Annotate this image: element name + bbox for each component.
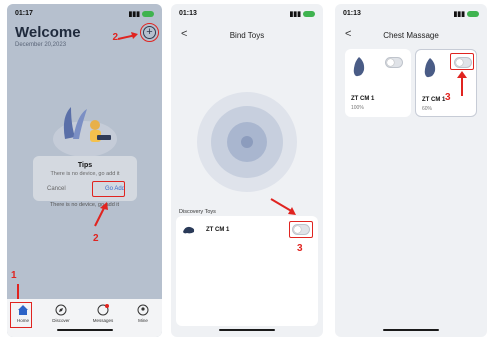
tab-label-discover: Discover bbox=[52, 318, 70, 323]
battery-icon bbox=[303, 11, 315, 17]
status-time: 01:13 bbox=[343, 10, 361, 17]
toy-icon bbox=[353, 57, 365, 77]
user-icon bbox=[137, 304, 149, 316]
chest-massage-screen: 01:13 ▮▮▮ < Chest Massage ZT CM 1 100% Z… bbox=[335, 4, 487, 337]
dialog-title: Tips bbox=[77, 162, 93, 169]
page-title: Chest Massage bbox=[383, 31, 439, 40]
highlight-device-toggle-2 bbox=[450, 53, 474, 70]
home-screen: 01:17 ▮▮▮ Welcome December 20,2023 + 2 T… bbox=[7, 4, 162, 337]
toggle-knob bbox=[387, 59, 394, 66]
device-toggle-1[interactable] bbox=[385, 57, 403, 68]
tab-label-mine: Mine bbox=[138, 318, 148, 323]
discovered-devices-card: ZT CM 1 bbox=[176, 216, 318, 326]
battery-icon bbox=[142, 11, 154, 17]
toy-icon bbox=[424, 58, 436, 78]
empty-illustration bbox=[53, 107, 117, 157]
step-label-3: 3 bbox=[445, 92, 451, 103]
battery-level-1: 100% bbox=[351, 105, 364, 111]
signal-icons: ▮▮▮ bbox=[289, 10, 315, 18]
cellular-icon: ▮▮▮ bbox=[128, 11, 140, 18]
status-bar: 01:13 ▮▮▮ bbox=[343, 10, 479, 20]
device-card-1[interactable]: ZT CM 1 100% bbox=[345, 49, 411, 117]
toy-icon bbox=[183, 226, 195, 234]
page-title: Bind Toys bbox=[229, 31, 265, 40]
highlight-go-add bbox=[92, 181, 125, 197]
step-label-1: 1 bbox=[11, 270, 17, 281]
cellular-icon: ▮▮▮ bbox=[453, 11, 465, 18]
empty-message: There is no device, go add it bbox=[49, 202, 120, 208]
scan-center bbox=[241, 136, 253, 148]
device-name-1: ZT CM 1 bbox=[351, 96, 375, 102]
arrow-to-toggle-icon bbox=[270, 198, 296, 215]
highlight-home-tab bbox=[10, 302, 32, 328]
current-date: December 20,2023 bbox=[15, 42, 67, 48]
home-indicator bbox=[219, 329, 275, 331]
bind-toys-screen: 01:13 ▮▮▮ < Bind Toys Discovery Toys ZT … bbox=[171, 4, 323, 337]
home-indicator bbox=[383, 329, 439, 331]
section-title: Discovery Toys bbox=[179, 209, 216, 215]
signal-icons: ▮▮▮ bbox=[128, 10, 154, 18]
home-indicator bbox=[56, 329, 113, 331]
step-label-3: 3 bbox=[297, 243, 303, 254]
tab-messages[interactable]: Messages bbox=[89, 304, 117, 323]
arrow-to-add-icon bbox=[117, 32, 138, 40]
battery-level-2: 60% bbox=[422, 106, 433, 112]
arrow-to-toggle-icon bbox=[457, 71, 467, 96]
tutorial-figure: 01:17 ▮▮▮ Welcome December 20,2023 + 2 T… bbox=[0, 0, 489, 339]
dialog-message: There is no device, go add it bbox=[50, 171, 120, 177]
highlight-add-button bbox=[140, 23, 159, 42]
status-bar: 01:13 ▮▮▮ bbox=[179, 10, 315, 20]
tab-mine[interactable]: Mine bbox=[129, 304, 157, 323]
message-icon bbox=[97, 304, 109, 316]
arrow-to-go-add-icon bbox=[94, 202, 108, 227]
signal-icons: ▮▮▮ bbox=[453, 10, 479, 18]
device-name: ZT CM 1 bbox=[206, 227, 230, 233]
tab-label-messages: Messages bbox=[92, 318, 114, 323]
step-label-2-bottom: 2 bbox=[93, 233, 99, 244]
compass-icon bbox=[55, 304, 67, 316]
device-name-2: ZT CM 1 bbox=[422, 97, 446, 103]
status-time: 01:13 bbox=[179, 10, 197, 17]
page-title: Welcome bbox=[15, 24, 81, 41]
cancel-button[interactable]: Cancel bbox=[47, 186, 66, 192]
battery-icon bbox=[467, 11, 479, 17]
highlight-device-toggle bbox=[289, 221, 313, 238]
cellular-icon: ▮▮▮ bbox=[289, 11, 301, 18]
tab-discover[interactable]: Discover bbox=[47, 304, 75, 323]
status-time: 01:17 bbox=[15, 10, 33, 17]
status-bar: 01:17 ▮▮▮ bbox=[15, 10, 154, 20]
